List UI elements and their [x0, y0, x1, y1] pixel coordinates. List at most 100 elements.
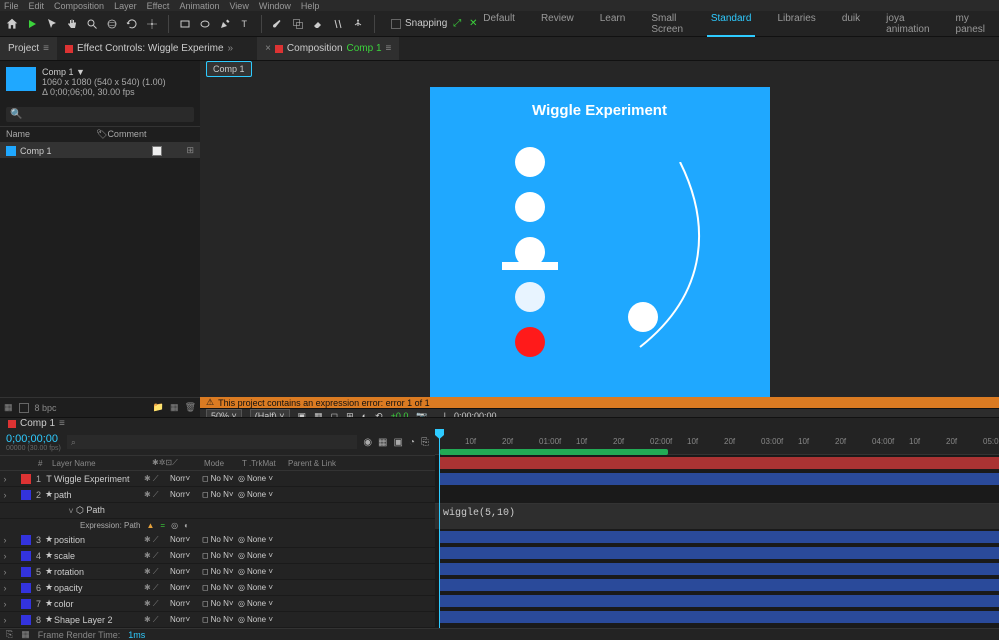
menu-layer[interactable]: Layer — [114, 1, 137, 11]
ellipse-tool-icon[interactable] — [197, 16, 213, 32]
layer-mode-dropdown[interactable]: Norr˅ — [170, 551, 202, 560]
expression-enable-icon[interactable]: = — [160, 521, 165, 530]
effect-controls-tab[interactable]: Effect Controls: Wiggle Experime » — [57, 37, 241, 60]
layer-trackmatte[interactable]: ◻No N˅ — [202, 599, 238, 608]
shy-icon[interactable]: ⎘ — [421, 437, 429, 448]
layer-switches[interactable]: ✱ ⟋ — [144, 490, 170, 500]
expand-chevron-icon[interactable]: › — [0, 490, 10, 500]
timeline-layer-row[interactable]: ›7★color✱ ⟋Norr˅◻No N˅◎None ˅ — [0, 596, 435, 612]
layer-parent[interactable]: ◎None ˅ — [238, 490, 288, 499]
layer-bar-7[interactable] — [440, 595, 999, 607]
roto-tool-icon[interactable] — [330, 16, 346, 32]
snapping-icon[interactable]: ⤢ — [451, 18, 463, 30]
menu-edit[interactable]: Edit — [29, 1, 45, 11]
timeline-tab[interactable]: Comp 1 ≡ — [0, 418, 999, 429]
layer-trackmatte[interactable]: ◻No N˅ — [202, 490, 238, 499]
layer-color-label[interactable] — [21, 474, 31, 484]
play-icon[interactable] — [24, 16, 40, 32]
selection-tool-icon[interactable] — [44, 16, 60, 32]
layer-trackmatte[interactable]: ◻No N˅ — [202, 551, 238, 560]
layer-switches[interactable]: ✱ ⟋ — [144, 567, 170, 577]
menu-file[interactable]: File — [4, 1, 19, 11]
frame-blend-icon[interactable]: ▣ — [394, 437, 403, 448]
layer-bar-5[interactable] — [440, 563, 999, 575]
layer-bar-8[interactable] — [440, 611, 999, 623]
orbit-tool-icon[interactable] — [104, 16, 120, 32]
layer-mode-dropdown[interactable]: Norr˅ — [170, 583, 202, 592]
layer-color-label[interactable] — [21, 599, 31, 609]
layer-switches[interactable]: ✱ ⟋ — [144, 535, 170, 545]
layer-trackmatte[interactable]: ◻No N˅ — [202, 615, 238, 624]
layer-mode-dropdown[interactable]: Norr˅ — [170, 535, 202, 544]
layer-color-label[interactable] — [21, 583, 31, 593]
expression-pickwhip-icon[interactable]: ◎ — [171, 521, 178, 530]
workspace-duik[interactable]: duik — [838, 11, 864, 37]
expand-chevron-icon[interactable]: › — [0, 551, 10, 561]
layer-mode-dropdown[interactable]: Norr˅ — [170, 615, 202, 624]
workspace-small-screen[interactable]: Small Screen — [647, 11, 689, 37]
timeline-search-input[interactable] — [67, 435, 357, 449]
col-layer-name[interactable]: Layer Name — [52, 459, 152, 468]
project-item-label[interactable] — [152, 146, 162, 156]
expression-error-bar[interactable]: ⚠ This project contains an expression er… — [200, 397, 999, 408]
timeline-layer-row[interactable]: ›1TWiggle Experiment✱ ⟋Norr˅◻No N˅◎None … — [0, 471, 435, 487]
col-comment[interactable]: Comment — [107, 129, 146, 140]
layer-color-label[interactable] — [21, 490, 31, 500]
timeline-layer-row[interactable]: ›6★opacity✱ ⟋Norr˅◻No N˅◎None ˅ — [0, 580, 435, 596]
project-item-row[interactable]: Comp 1 ⊞ — [0, 143, 200, 158]
bpc-toggle[interactable] — [19, 403, 29, 413]
menu-help[interactable]: Help — [301, 1, 320, 11]
toggle-modes-icon[interactable]: ▦ — [21, 629, 30, 640]
expression-menu-icon[interactable]: ◐ — [184, 521, 189, 530]
menu-window[interactable]: Window — [259, 1, 291, 11]
layer-parent[interactable]: ◎None ˅ — [238, 567, 288, 576]
expand-chevron-icon[interactable]: › — [0, 615, 10, 625]
project-search[interactable]: 🔍 — [6, 107, 194, 122]
layer-mode-dropdown[interactable]: Norr˅ — [170, 490, 202, 499]
layer-color-label[interactable] — [21, 551, 31, 561]
workspace-review[interactable]: Review — [537, 11, 578, 37]
layer-color-label[interactable] — [21, 567, 31, 577]
rectangle-tool-icon[interactable] — [177, 16, 193, 32]
timeline-timecode[interactable]: 0;00;00;00 — [6, 433, 61, 445]
project-search-input[interactable] — [26, 110, 190, 120]
trash-icon[interactable]: 🗑 — [185, 402, 196, 413]
anchor-tool-icon[interactable] — [144, 16, 160, 32]
draft3d-icon[interactable]: ▦ — [378, 437, 387, 448]
hand-tool-icon[interactable] — [64, 16, 80, 32]
menu-view[interactable]: View — [229, 1, 248, 11]
layer-bar-1[interactable] — [440, 457, 999, 469]
layer-bar-2[interactable] — [440, 473, 999, 485]
home-icon[interactable] — [4, 16, 20, 32]
bpc-label[interactable]: 8 bpc — [35, 403, 57, 413]
snapping-icon-2[interactable]: ✕ — [467, 18, 479, 30]
rotate-tool-icon[interactable] — [124, 16, 140, 32]
workspace-mypanels[interactable]: my panesl — [952, 11, 989, 37]
workspace-libraries[interactable]: Libraries — [773, 11, 819, 37]
timeline-layer-row[interactable]: ›5★rotation✱ ⟋Norr˅◻No N˅◎None ˅ — [0, 564, 435, 580]
timeline-layer-row[interactable]: ›8★Shape Layer 2✱ ⟋Norr˅◻No N˅◎None ˅ — [0, 612, 435, 628]
layer-switches[interactable]: ✱ ⟋ — [144, 583, 170, 593]
layer-mode-dropdown[interactable]: Norr˅ — [170, 599, 202, 608]
expression-editor[interactable]: wiggle(5,10) — [435, 503, 999, 529]
layer-name[interactable]: opacity — [54, 583, 144, 593]
layer-bar-6[interactable] — [440, 579, 999, 591]
layer-switches[interactable]: ✱ ⟋ — [144, 599, 170, 609]
timeline-layer-row[interactable]: ›4★scale✱ ⟋Norr˅◻No N˅◎None ˅ — [0, 548, 435, 564]
timeline-tracks[interactable]: 10f20f01:00f10f20f02:00f10f20f03:00f10f2… — [435, 429, 999, 628]
eraser-tool-icon[interactable] — [310, 16, 326, 32]
layer-trackmatte[interactable]: ◻No N˅ — [202, 567, 238, 576]
expand-chevron-icon[interactable]: › — [0, 535, 10, 545]
col-parent[interactable]: Parent & Link — [288, 459, 336, 468]
menu-effect[interactable]: Effect — [147, 1, 170, 11]
layer-parent[interactable]: ◎None ˅ — [238, 599, 288, 608]
toggle-switches-icon[interactable]: ⎘ — [6, 629, 13, 640]
workspace-joya[interactable]: joya animation — [882, 11, 933, 37]
graph-editor-icon[interactable]: ◔ — [409, 437, 415, 448]
layer-name[interactable]: Shape Layer 2 — [54, 615, 144, 625]
expand-chevron-icon[interactable]: › — [0, 474, 10, 484]
layer-mode-dropdown[interactable]: Norr˅ — [170, 567, 202, 576]
timeline-layer-row[interactable]: ›3★position✱ ⟋Norr˅◻No N˅◎None ˅ — [0, 532, 435, 548]
new-comp-icon[interactable]: ▦ — [170, 402, 179, 413]
layer-trackmatte[interactable]: ◻No N˅ — [202, 474, 238, 483]
